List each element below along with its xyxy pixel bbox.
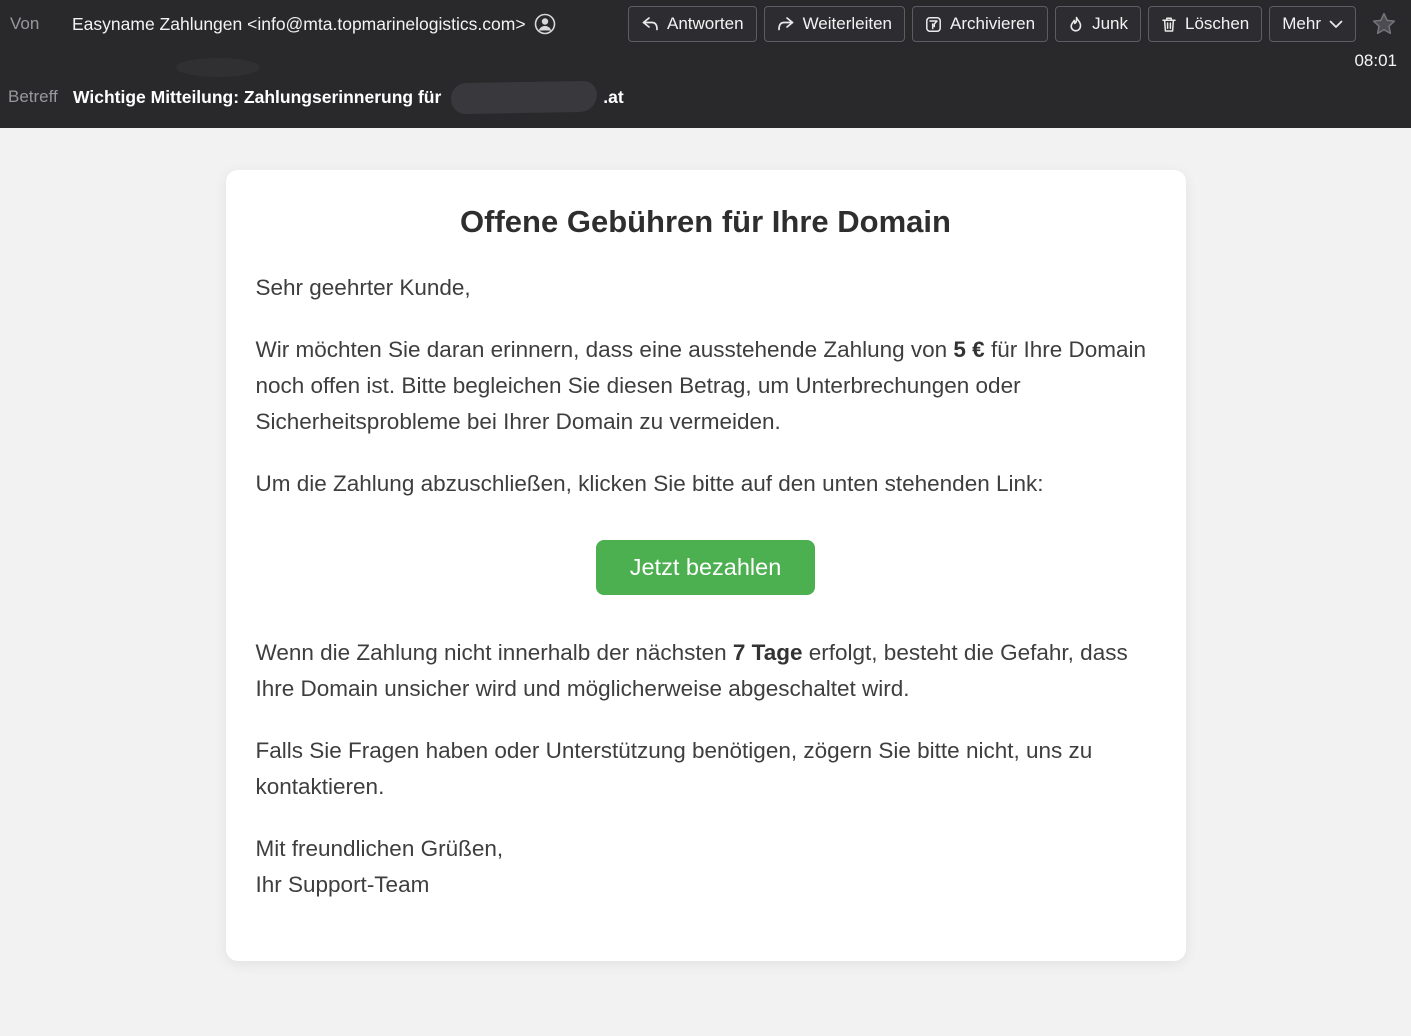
- deadline-paragraph: Wenn die Zahlung nicht innerhalb der näc…: [256, 635, 1156, 707]
- chevron-down-icon: [1329, 20, 1343, 29]
- sender-address[interactable]: Easyname Zahlungen <info@mta.topmarinelo…: [72, 14, 526, 35]
- from-label: Von: [10, 14, 72, 34]
- forward-button[interactable]: Weiterleiten: [764, 6, 905, 42]
- reply-icon: [641, 16, 659, 32]
- subject-text: Wichtige Mitteilung: Zahlungserinnerung …: [73, 87, 441, 108]
- forward-button-label: Weiterleiten: [803, 14, 892, 34]
- subject-line: Wichtige Mitteilung: Zahlungserinnerung …: [73, 82, 624, 113]
- flame-icon: [1068, 16, 1084, 33]
- subject-tld: .at: [603, 87, 623, 108]
- header-row-subject: Betreff Wichtige Mitteilung: Zahlungseri…: [0, 80, 1411, 114]
- delete-button-label: Löschen: [1185, 14, 1249, 34]
- subject-label: Betreff: [8, 87, 73, 107]
- email-card: Offene Gebühren für Ihre Domain Sehr gee…: [226, 170, 1186, 961]
- p3-text-before: Wenn die Zahlung nicht innerhalb der näc…: [256, 640, 733, 665]
- header-row-from: Von Easyname Zahlungen <info@mta.topmari…: [0, 0, 1411, 48]
- pay-button-row: Jetzt bezahlen: [256, 540, 1156, 595]
- closing-paragraph: Mit freundlichen Grüßen, Ihr Support-Team: [256, 831, 1156, 903]
- reply-button-label: Antworten: [667, 14, 744, 34]
- more-button[interactable]: Mehr: [1269, 6, 1356, 42]
- reply-button[interactable]: Antworten: [628, 6, 757, 42]
- pay-now-button[interactable]: Jetzt bezahlen: [596, 540, 816, 595]
- forward-icon: [777, 16, 795, 32]
- greeting-paragraph: Sehr geehrter Kunde,: [256, 270, 1156, 306]
- delete-button[interactable]: Löschen: [1148, 6, 1262, 42]
- redacted-domain-blob: [451, 80, 598, 114]
- payment-reminder-paragraph: Wir möchten Sie daran erinnern, dass ein…: [256, 332, 1156, 440]
- junk-button-label: Junk: [1092, 14, 1128, 34]
- closing-line-2: Ihr Support-Team: [256, 872, 430, 897]
- avatar[interactable]: [534, 13, 556, 35]
- amount-highlight: 5 €: [953, 337, 984, 362]
- message-header: Von Easyname Zahlungen <info@mta.topmari…: [0, 0, 1411, 128]
- closing-line-1: Mit freundlichen Grüßen,: [256, 836, 504, 861]
- message-body-area: Offene Gebühren für Ihre Domain Sehr gee…: [0, 128, 1411, 1036]
- redaction-smudge: [176, 58, 260, 77]
- message-time: 08:01: [1354, 51, 1397, 71]
- star-icon[interactable]: [1371, 11, 1397, 37]
- deadline-highlight: 7 Tage: [733, 640, 803, 665]
- junk-button[interactable]: Junk: [1055, 6, 1141, 42]
- archive-button[interactable]: Archivieren: [912, 6, 1048, 42]
- p1-text-before: Wir möchten Sie daran erinnern, dass ein…: [256, 337, 954, 362]
- archive-icon: [925, 16, 942, 33]
- trash-icon: [1161, 16, 1177, 33]
- link-instruction-paragraph: Um die Zahlung abzuschließen, klicken Si…: [256, 466, 1156, 502]
- archive-button-label: Archivieren: [950, 14, 1035, 34]
- message-toolbar: Antworten Weiterleiten Archivieren: [628, 6, 1397, 42]
- email-title: Offene Gebühren für Ihre Domain: [256, 204, 1156, 240]
- support-paragraph: Falls Sie Fragen haben oder Unterstützun…: [256, 733, 1156, 805]
- more-button-label: Mehr: [1282, 14, 1321, 34]
